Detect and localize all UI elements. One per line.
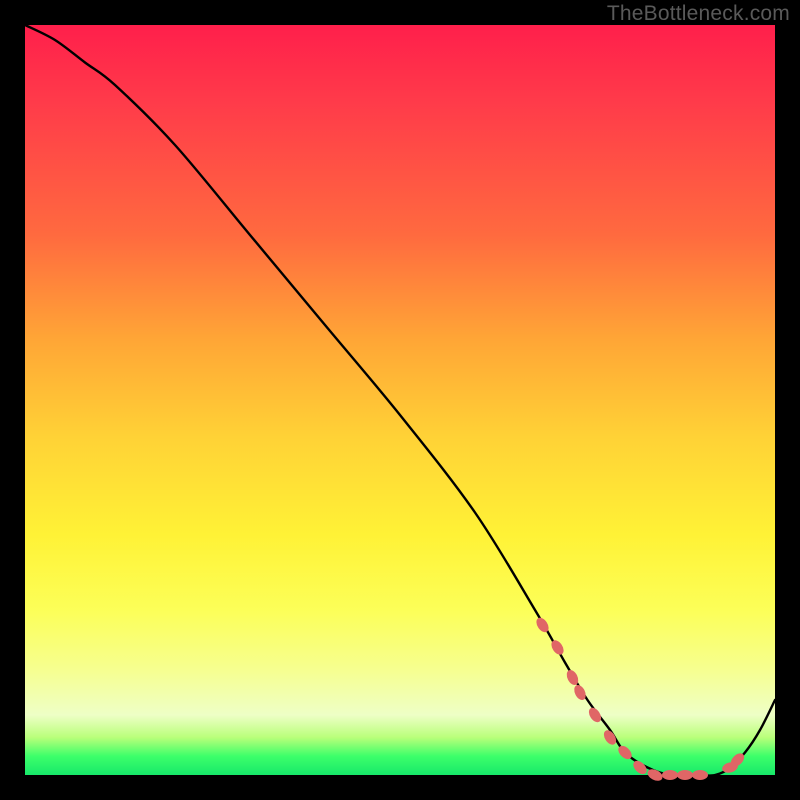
- highlight-dot: [586, 706, 603, 725]
- watermark-text: TheBottleneck.com: [607, 2, 790, 26]
- plot-area: [25, 25, 775, 775]
- highlight-dots: [534, 616, 747, 783]
- highlight-dot: [677, 770, 693, 780]
- highlight-dot: [662, 770, 678, 780]
- highlight-dot: [646, 767, 665, 783]
- bottleneck-curve: [25, 25, 775, 776]
- highlight-dot: [692, 770, 708, 780]
- chart-stage: TheBottleneck.com: [0, 0, 800, 800]
- curve-layer: [25, 25, 775, 775]
